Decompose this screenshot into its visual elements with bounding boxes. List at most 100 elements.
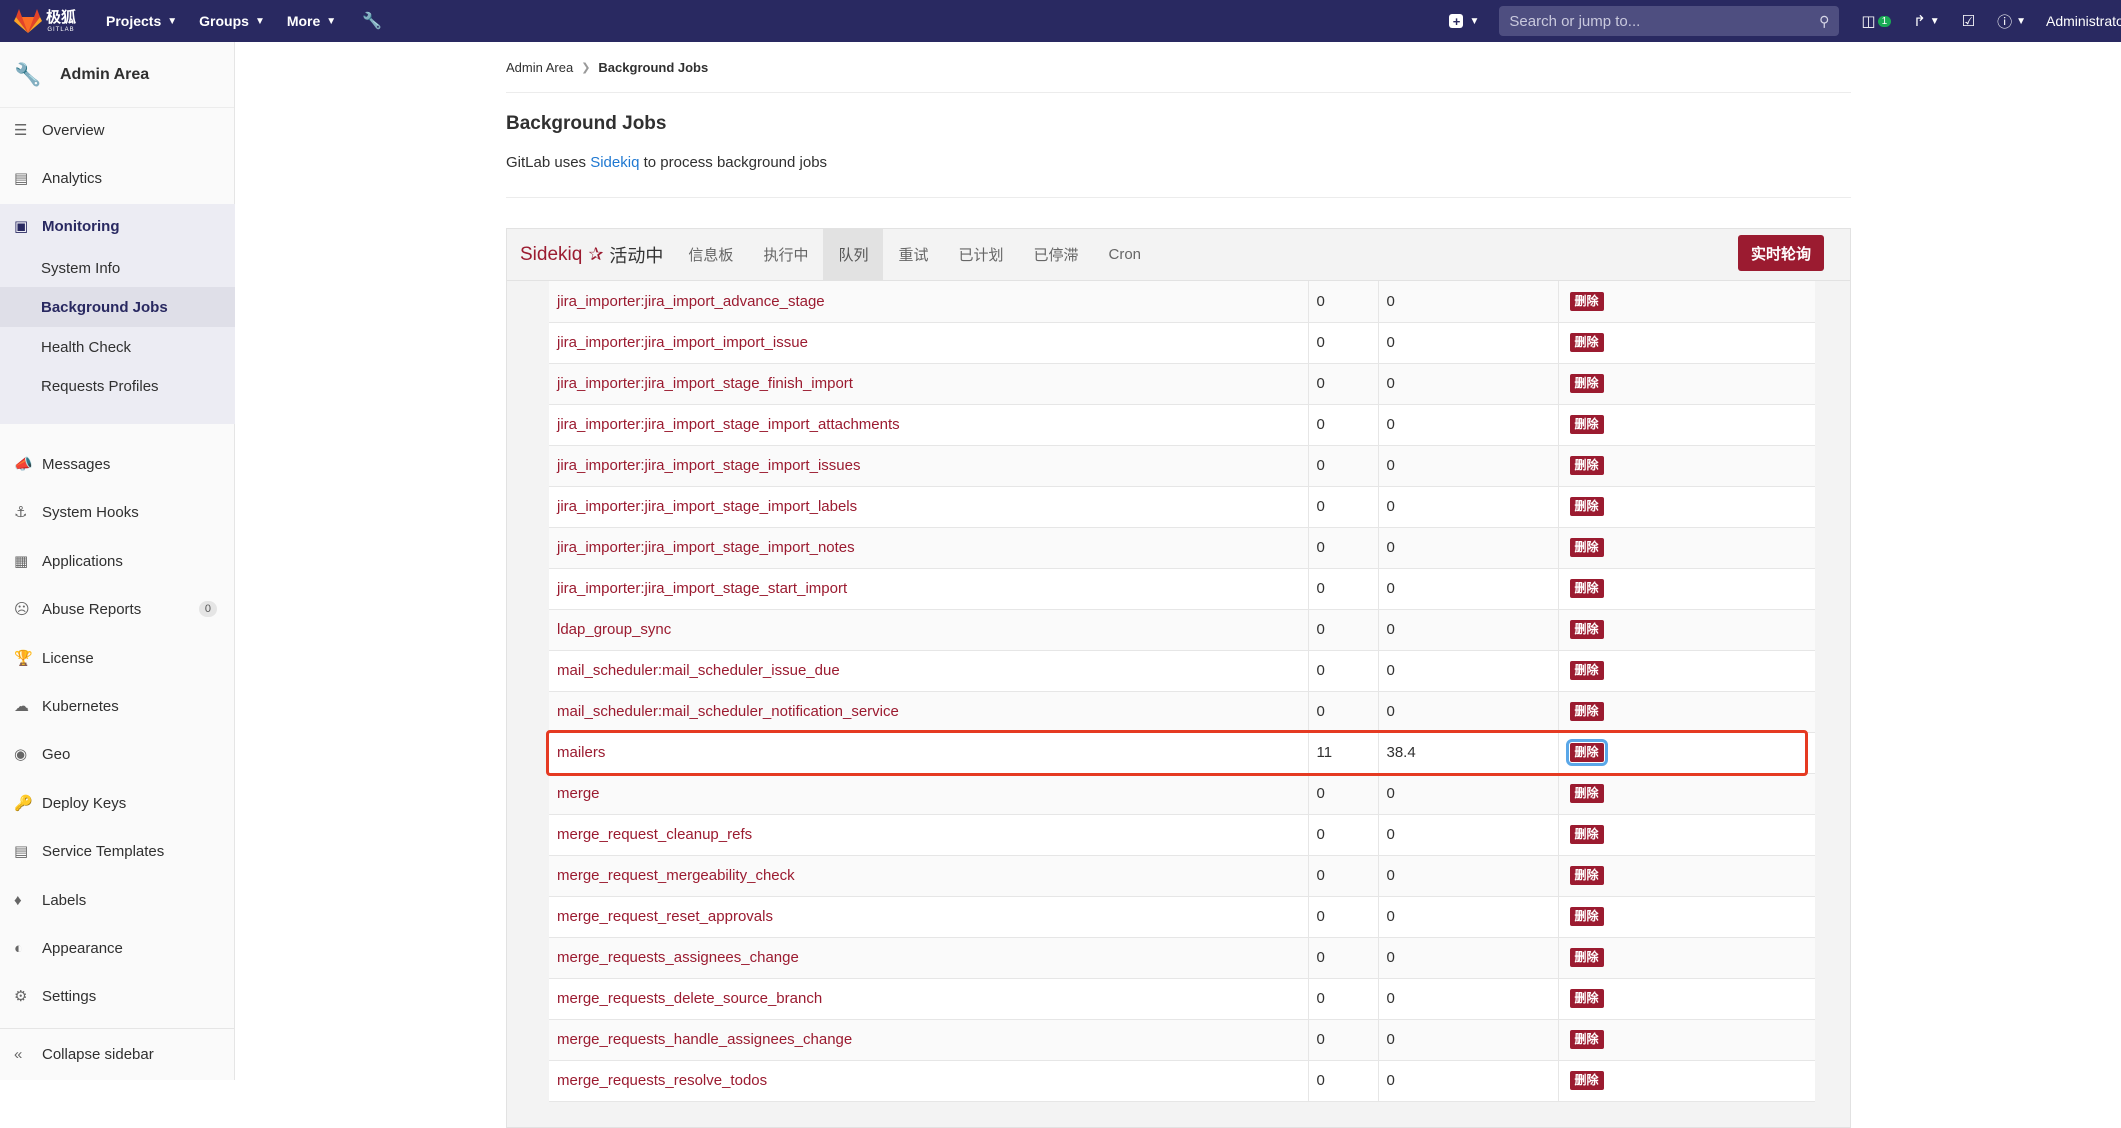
- license-icon: 🏆: [14, 650, 33, 667]
- delete-queue-button[interactable]: 删除: [1569, 906, 1604, 927]
- sidebar-item-system-hooks[interactable]: ⚓ System Hooks: [0, 490, 235, 534]
- queue-name-link[interactable]: merge: [549, 773, 1309, 815]
- search-input[interactable]: Search or jump to... ⚲: [1499, 6, 1840, 36]
- issues-count-badge: 1: [1877, 15, 1892, 27]
- sidebar-item-settings[interactable]: ⚙ Settings: [0, 974, 235, 1018]
- sidebar-item-overview[interactable]: ☰ Overview: [0, 108, 235, 152]
- delete-queue-button[interactable]: 删除: [1569, 455, 1604, 476]
- help-button[interactable]: ⓘ ▼: [1997, 11, 2026, 32]
- user-menu[interactable]: Administrator: [2046, 13, 2121, 29]
- queue-actions: 删除: [1558, 281, 1815, 323]
- table-row: jira_importer:jira_import_advance_stage 0…: [549, 281, 1815, 323]
- queue-name-link[interactable]: merge_requests_handle_assignees_change: [549, 1019, 1309, 1061]
- sidebar-sub-background-jobs[interactable]: Background Jobs: [0, 287, 235, 327]
- chevron-down-icon: ▼: [326, 15, 337, 27]
- queue-name-link[interactable]: merge_requests_delete_source_branch: [549, 978, 1309, 1020]
- queue-latency: 0: [1378, 363, 1559, 405]
- delete-queue-button[interactable]: 删除: [1569, 660, 1604, 681]
- delete-queue-button[interactable]: 删除: [1569, 332, 1604, 353]
- delete-queue-button[interactable]: 删除: [1569, 578, 1604, 599]
- sidebar-item-abuse-reports[interactable]: ☹ Abuse Reports 0: [0, 587, 235, 631]
- todos-button[interactable]: ☑: [1962, 12, 1975, 30]
- queue-actions: 删除: [1558, 773, 1815, 815]
- queue-name-link[interactable]: merge_request_reset_approvals: [549, 896, 1309, 938]
- tab-retries[interactable]: 重试: [883, 229, 943, 281]
- delete-queue-button[interactable]: 删除: [1569, 824, 1604, 845]
- monitor-icon: ▣: [14, 218, 29, 235]
- queue-actions: 删除: [1558, 445, 1815, 487]
- sidebar-item-service-templates[interactable]: ▤ Service Templates: [0, 829, 235, 873]
- delete-queue-button[interactable]: 删除: [1569, 1029, 1604, 1050]
- sidebar-item-analytics[interactable]: ▤ Analytics: [0, 156, 235, 200]
- queue-name-link[interactable]: merge_requests_resolve_todos: [549, 1060, 1309, 1102]
- queue-name-link[interactable]: mailers: [549, 732, 1309, 774]
- breadcrumb-current[interactable]: Background Jobs: [598, 60, 708, 75]
- delete-queue-button[interactable]: 删除: [1565, 738, 1608, 767]
- tab-scheduled[interactable]: 已计划: [943, 229, 1018, 281]
- sidebar-sub-requests-profiles[interactable]: Requests Profiles: [0, 366, 235, 406]
- sidebar-item-kubernetes[interactable]: ☁ Kubernetes: [0, 684, 235, 728]
- sidebar-item-deploy-keys[interactable]: 🔑 Deploy Keys: [0, 781, 235, 825]
- chevron-down-icon: ▼: [254, 15, 265, 27]
- delete-queue-button[interactable]: 删除: [1569, 1070, 1604, 1091]
- sidebar-header[interactable]: 🔧 Admin Area: [0, 42, 234, 108]
- queue-name-link[interactable]: merge_requests_assignees_change: [549, 937, 1309, 979]
- sidebar-sub-system-info[interactable]: System Info: [0, 248, 235, 288]
- delete-queue-button[interactable]: 删除: [1569, 783, 1604, 804]
- tab-queues[interactable]: 队列: [823, 228, 884, 281]
- collapse-sidebar-button[interactable]: « Collapse sidebar: [0, 1028, 235, 1080]
- delete-queue-button[interactable]: 删除: [1569, 373, 1604, 394]
- sidebar-item-labels[interactable]: ♦ Labels: [0, 878, 235, 922]
- sidebar-item-monitoring[interactable]: ▣ Monitoring: [0, 204, 235, 248]
- sidekiq-brand[interactable]: Sidekiq ✰ 活动中: [520, 242, 663, 268]
- breadcrumb-admin-area[interactable]: Admin Area: [506, 60, 573, 75]
- live-poll-button[interactable]: 实时轮询: [1737, 235, 1824, 271]
- queue-name-link[interactable]: jira_importer:jira_import_stage_finish_i…: [549, 363, 1309, 405]
- queue-name-link[interactable]: jira_importer:jira_import_advance_stage: [549, 281, 1309, 323]
- delete-queue-button[interactable]: 删除: [1569, 537, 1604, 558]
- queue-name-link[interactable]: jira_importer:jira_import_stage_import_a…: [549, 404, 1309, 446]
- merge-requests-button[interactable]: ↱ ▼: [1913, 12, 1939, 30]
- delete-queue-button[interactable]: 删除: [1569, 291, 1604, 311]
- queue-name-link[interactable]: merge_request_cleanup_refs: [549, 814, 1309, 856]
- table-row: mailers 11 38.4 删除: [549, 732, 1815, 774]
- sidebar-item-geo[interactable]: ◉ Geo: [0, 732, 235, 776]
- delete-queue-button[interactable]: 删除: [1569, 701, 1604, 722]
- delete-queue-button[interactable]: 删除: [1569, 619, 1604, 640]
- delete-queue-button[interactable]: 删除: [1569, 947, 1604, 968]
- queue-name-link[interactable]: jira_importer:jira_import_stage_import_n…: [549, 527, 1309, 569]
- queue-name-link[interactable]: jira_importer:jira_import_stage_start_im…: [549, 568, 1309, 610]
- delete-queue-button[interactable]: 删除: [1569, 496, 1604, 517]
- tab-cron[interactable]: Cron: [1094, 229, 1157, 281]
- sidebar-item-appearance[interactable]: ◐ Appearance: [0, 926, 235, 970]
- tab-dead[interactable]: 已停滞: [1019, 229, 1094, 281]
- new-dropdown-button[interactable]: + ▼: [1449, 14, 1479, 28]
- queue-name-link[interactable]: jira_importer:jira_import_import_issue: [549, 322, 1309, 364]
- sidebar-item-applications[interactable]: ▦ Applications: [0, 539, 235, 583]
- queue-latency: 0: [1378, 978, 1559, 1020]
- queue-name-link[interactable]: merge_request_mergeability_check: [549, 855, 1309, 897]
- queue-name-link[interactable]: mail_scheduler:mail_scheduler_notificati…: [549, 691, 1309, 733]
- sidebar-sub-health-check[interactable]: Health Check: [0, 327, 235, 367]
- queue-actions: 删除: [1558, 486, 1815, 528]
- nav-more[interactable]: More ▼: [287, 13, 336, 29]
- tab-dashboard[interactable]: 信息板: [673, 229, 748, 281]
- sidebar-item-messages[interactable]: 📣 Messages: [0, 442, 235, 486]
- issues-button[interactable]: ◫ 1: [1861, 12, 1892, 30]
- delete-queue-button[interactable]: 删除: [1569, 988, 1604, 1009]
- sidebar-item-license[interactable]: 🏆 License: [0, 636, 235, 680]
- tab-busy[interactable]: 执行中: [748, 229, 823, 281]
- queue-name-link[interactable]: jira_importer:jira_import_stage_import_l…: [549, 486, 1309, 528]
- queue-name-link[interactable]: ldap_group_sync: [549, 609, 1309, 651]
- sidekiq-link[interactable]: Sidekiq: [590, 154, 639, 171]
- main-content: Admin Area ❯ Background Jobs Background …: [506, 42, 1851, 1128]
- queue-name-link[interactable]: jira_importer:jira_import_stage_import_i…: [549, 445, 1309, 487]
- nav-groups[interactable]: Groups ▼: [199, 13, 265, 29]
- delete-queue-button[interactable]: 删除: [1569, 414, 1604, 435]
- delete-queue-button[interactable]: 删除: [1569, 865, 1604, 886]
- gitlab-logo[interactable]: 极狐 GITLAB: [14, 8, 84, 34]
- queue-size: 0: [1308, 527, 1379, 569]
- nav-projects[interactable]: Projects ▼: [106, 13, 177, 29]
- admin-wrench-icon[interactable]: 🔧: [362, 11, 382, 31]
- queue-name-link[interactable]: mail_scheduler:mail_scheduler_issue_due: [549, 650, 1309, 692]
